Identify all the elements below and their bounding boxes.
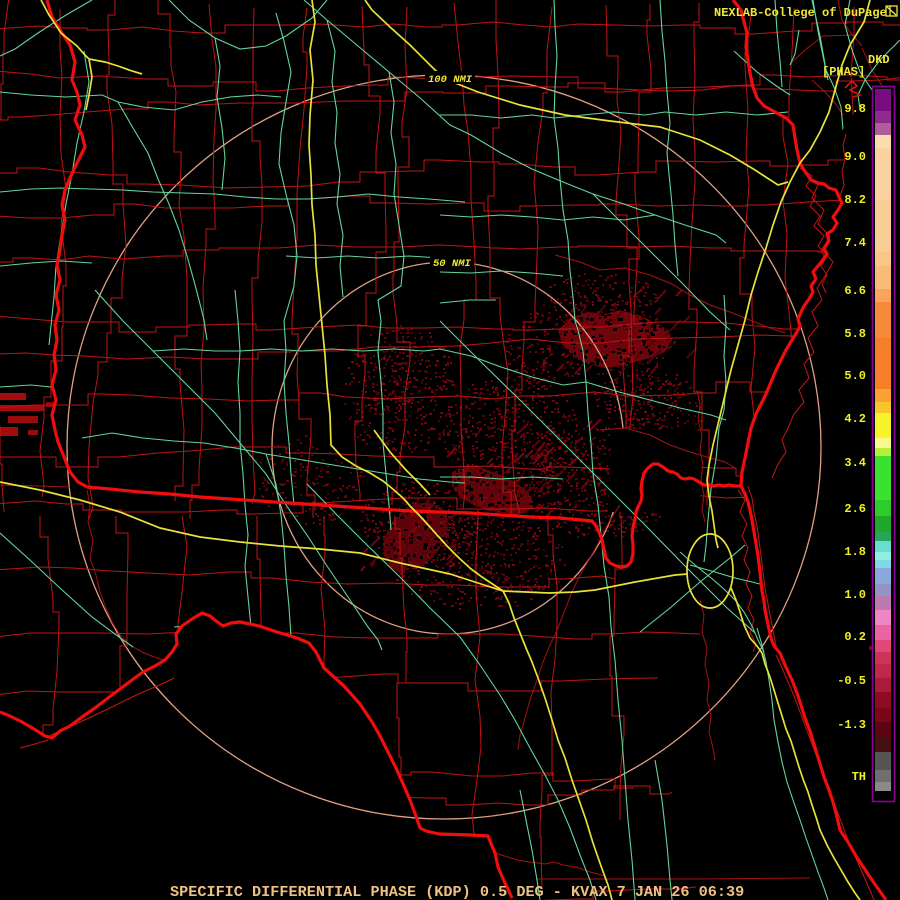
svg-text:NEXLAB-College of DuPage: NEXLAB-College of DuPage xyxy=(714,6,887,20)
svg-text:9.0: 9.0 xyxy=(844,150,866,164)
svg-text:8.2: 8.2 xyxy=(844,193,866,207)
svg-text:[PHAS]: [PHAS] xyxy=(822,65,865,79)
svg-text:7.4: 7.4 xyxy=(844,236,866,250)
svg-text:3.4: 3.4 xyxy=(844,456,866,470)
svg-text:0.2: 0.2 xyxy=(844,630,866,644)
svg-text:TH: TH xyxy=(852,770,866,784)
svg-text:DKD: DKD xyxy=(868,53,890,67)
svg-text:100 NMI: 100 NMI xyxy=(428,74,473,86)
svg-text:1.8: 1.8 xyxy=(844,545,866,559)
svg-text:5.0: 5.0 xyxy=(844,369,866,383)
svg-text:1.0: 1.0 xyxy=(844,588,866,602)
svg-text:SPECIFIC DIFFERENTIAL PHASE (K: SPECIFIC DIFFERENTIAL PHASE (KDP) 0.5 DE… xyxy=(170,883,744,900)
svg-text:5.8: 5.8 xyxy=(844,327,866,341)
svg-text:-1.3: -1.3 xyxy=(837,718,866,732)
svg-text:50 NMI: 50 NMI xyxy=(433,258,472,270)
svg-text:-0.5: -0.5 xyxy=(837,674,866,688)
svg-text:9.8: 9.8 xyxy=(844,102,866,116)
svg-text:6.6: 6.6 xyxy=(844,284,866,298)
svg-text:4.2: 4.2 xyxy=(844,412,866,426)
svg-text:2.6: 2.6 xyxy=(844,502,866,516)
